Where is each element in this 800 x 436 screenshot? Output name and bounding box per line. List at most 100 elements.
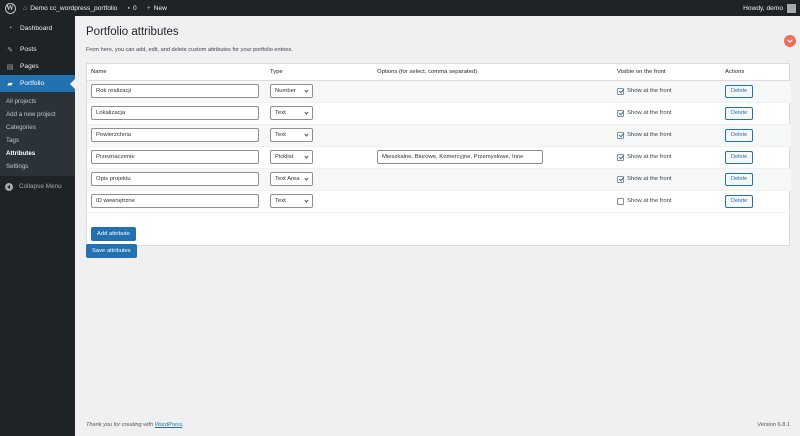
visible-toggle[interactable]: Show at the front — [617, 197, 717, 205]
type-selected-value: Picklist — [275, 154, 294, 160]
actions-cell: Delete — [721, 146, 791, 169]
table-row: ID wewnętrzne Text Show at the front Del… — [87, 190, 791, 213]
actions-cell: Delete — [721, 102, 791, 125]
visible-checkbox[interactable] — [617, 153, 624, 161]
submenu-settings[interactable]: Settings — [0, 160, 75, 173]
version-text: Version 6.8.1 — [757, 422, 790, 428]
submenu-tags[interactable]: Tags — [0, 134, 75, 147]
options-cell — [373, 124, 613, 147]
visible-toggle[interactable]: Show at the front — [617, 131, 717, 139]
submenu-all-projects[interactable]: All projects — [0, 95, 75, 108]
attributes-table: Name Type Options (for select, comma sep… — [87, 64, 791, 213]
delete-button[interactable]: Delete — [725, 172, 754, 186]
actions-cell: Delete — [721, 168, 791, 191]
visible-toggle[interactable]: Show at the front — [617, 87, 717, 95]
chevron-down-icon — [304, 197, 309, 203]
wordpress-link[interactable]: WordPress — [155, 422, 183, 428]
attribute-name-input[interactable]: ID wewnętrzne — [91, 194, 259, 208]
show-at-front-label: Show at the front — [627, 154, 672, 160]
show-at-front-label: Show at the front — [627, 176, 672, 182]
header-type: Type — [266, 64, 373, 81]
visible-toggle[interactable]: Show at the front — [617, 175, 717, 183]
visible-checkbox[interactable] — [617, 131, 624, 139]
visible-toggle[interactable]: Show at the front — [617, 109, 717, 117]
attribute-type-select[interactable]: Text — [270, 128, 313, 142]
admin-bar: W ⌂ Demo cc_wordpress_portfolio ▪ 0 + Ne… — [0, 0, 800, 16]
name-cell: Opis projektu — [87, 168, 266, 191]
delete-button[interactable]: Delete — [725, 150, 754, 164]
collapse-menu-button[interactable]: Collapse Menu — [0, 178, 75, 195]
visible-cell: Show at the front — [613, 190, 721, 213]
notification-toggle-icon[interactable] — [784, 35, 796, 47]
options-input[interactable]: Mieszkalne, Biurowe, Komercyjne, Przemys… — [377, 150, 543, 164]
type-selected-value: Text — [275, 198, 286, 204]
attribute-name-input[interactable]: Przeznaczenie — [91, 150, 259, 164]
type-cell: Picklist — [266, 146, 373, 169]
header-name: Name — [87, 64, 266, 81]
type-cell: Text — [266, 124, 373, 147]
page-intro: From here, you can add, edit, and delete… — [86, 47, 293, 53]
account-menu[interactable]: Howdy, demo — [738, 0, 800, 16]
comments-link[interactable]: ▪ 0 — [122, 0, 141, 16]
plus-icon: + — [146, 4, 151, 12]
delete-button[interactable]: Delete — [725, 84, 754, 98]
options-cell — [373, 80, 613, 103]
show-at-front-label: Show at the front — [627, 88, 672, 94]
chevron-down-icon — [304, 153, 309, 159]
dashboard-icon: ◔ — [7, 25, 13, 32]
sidebar-item-label: Dashboard — [20, 25, 53, 32]
comment-icon: ▪ — [127, 4, 130, 12]
attribute-name-input[interactable]: Powierzchnia — [91, 128, 259, 142]
portfolio-submenu: All projects Add a new project Categorie… — [0, 92, 75, 176]
new-content-link[interactable]: + New — [142, 0, 172, 16]
delete-button[interactable]: Delete — [725, 128, 754, 142]
visible-checkbox[interactable] — [617, 109, 624, 117]
type-selected-value: Text — [275, 132, 286, 138]
type-cell: Text — [266, 190, 373, 213]
sidebar-item-pages[interactable]: ▤ Pages — [0, 58, 75, 75]
options-cell — [373, 168, 613, 191]
attribute-name-input[interactable]: Lokalizacja — [91, 106, 259, 120]
actions-cell: Delete — [721, 80, 791, 103]
type-selected-value: Text — [275, 110, 286, 116]
footer-thanks-prefix: Thank you for creating with — [86, 422, 155, 428]
sidebar-item-posts[interactable]: ✎ Posts — [0, 41, 75, 58]
pages-icon: ▤ — [6, 63, 14, 71]
show-at-front-label: Show at the front — [627, 110, 672, 116]
actions-cell: Delete — [721, 124, 791, 147]
submenu-attributes[interactable]: Attributes — [0, 147, 75, 160]
visible-checkbox[interactable] — [617, 87, 624, 95]
submenu-categories[interactable]: Categories — [0, 121, 75, 134]
attribute-name-input[interactable]: Rok realizacji — [91, 84, 259, 98]
site-name: Demo cc_wordpress_portfolio — [30, 4, 118, 12]
howdy-text: Howdy, demo — [743, 4, 783, 12]
attribute-type-select[interactable]: Number — [270, 84, 313, 98]
save-attributes-button[interactable]: Save attributes — [86, 244, 137, 258]
show-at-front-label: Show at the front — [627, 132, 672, 138]
submenu-add-project[interactable]: Add a new project — [0, 108, 75, 121]
table-row: Lokalizacja Text Show at the front Delet… — [87, 102, 791, 125]
visible-checkbox[interactable] — [617, 175, 624, 183]
attribute-type-select[interactable]: Text Area — [270, 172, 313, 186]
new-label: New — [153, 4, 167, 12]
wordpress-logo-icon[interactable]: W — [2, 0, 18, 16]
visible-checkbox[interactable] — [617, 197, 624, 205]
chevron-down-icon — [304, 175, 309, 181]
attribute-type-select[interactable]: Text — [270, 106, 313, 120]
sidebar-item-portfolio[interactable]: ▰ Portfolio — [0, 75, 75, 92]
attribute-type-select[interactable]: Text — [270, 194, 313, 208]
home-icon: ⌂ — [23, 4, 28, 12]
add-attribute-button[interactable]: Add attribute — [91, 227, 136, 241]
sidebar-item-dashboard[interactable]: ◔ Dashboard — [0, 20, 75, 37]
visible-toggle[interactable]: Show at the front — [617, 153, 717, 161]
delete-button[interactable]: Delete — [725, 194, 754, 208]
attribute-name-input[interactable]: Opis projektu — [91, 172, 259, 186]
attribute-type-select[interactable]: Picklist — [270, 150, 313, 164]
site-name-link[interactable]: ⌂ Demo cc_wordpress_portfolio — [18, 0, 122, 16]
options-cell: Mieszkalne, Biurowe, Komercyjne, Przemys… — [373, 146, 613, 169]
visible-cell: Show at the front — [613, 124, 721, 147]
delete-button[interactable]: Delete — [725, 106, 754, 120]
chevron-down-icon — [304, 87, 309, 93]
admin-sidebar: ◔ Dashboard ✎ Posts ▤ Pages ▰ Portfolio … — [0, 16, 75, 436]
visible-cell: Show at the front — [613, 168, 721, 191]
